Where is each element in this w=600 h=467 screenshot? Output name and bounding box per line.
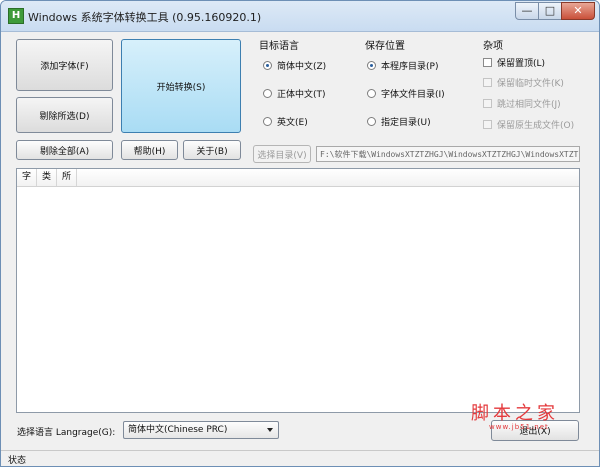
checkbox-stay-on-top[interactable]: 保留置顶(L) xyxy=(483,56,545,69)
add-font-button[interactable]: 添加字体(F) xyxy=(16,39,113,91)
radio-label: 正体中文(T) xyxy=(277,90,326,100)
checkbox-keep-original-output: 保留原生成文件(O) xyxy=(483,118,574,131)
language-select-value: 简体中文(Chinese PRC) xyxy=(128,425,228,435)
language-select[interactable]: 简体中文(Chinese PRC) xyxy=(123,421,279,439)
watermark: 脚本之家 www.jb51.net xyxy=(471,399,571,433)
status-bar: 状态 xyxy=(1,450,599,466)
output-path-field[interactable]: F:\软件下载\WindowsXTZTZHGJ\WindowsXTZTZHGJ\… xyxy=(316,146,580,162)
radio-program-dir[interactable]: 本程序目录(P) xyxy=(367,59,438,72)
radio-indicator[interactable] xyxy=(367,89,376,98)
misc-title: 杂项 xyxy=(483,41,503,52)
radio-indicator[interactable] xyxy=(263,117,272,126)
start-convert-button[interactable]: 开始转换(S) xyxy=(121,39,241,133)
radio-simplified-chinese[interactable]: 简体中文(Z) xyxy=(263,59,326,72)
about-button[interactable]: 关于(B) xyxy=(183,140,241,160)
radio-font-file-dir[interactable]: 字体文件目录(I) xyxy=(367,87,445,100)
radio-custom-dir[interactable]: 指定目录(U) xyxy=(367,115,431,128)
language-select-label: 选择语言 Langrage(G): xyxy=(17,428,116,438)
checkbox-indicator[interactable] xyxy=(483,58,492,67)
window-title: Windows 系统字体转换工具 (0.95.160920.1) xyxy=(28,11,262,24)
checkbox-label: 跳过相同文件(J) xyxy=(497,100,561,110)
app-icon: H xyxy=(8,8,24,24)
checkbox-label: 保留原生成文件(O) xyxy=(497,121,575,131)
list-header: 字 类 所 xyxy=(17,169,579,187)
radio-label: 英文(E) xyxy=(277,118,308,128)
status-text: 状态 xyxy=(8,456,27,466)
remove-all-button[interactable]: 剔除全部(A) xyxy=(16,140,113,160)
radio-indicator[interactable] xyxy=(367,61,376,70)
choose-dir-button[interactable]: 选择目录(V) xyxy=(253,145,311,163)
target-language-title: 目标语言 xyxy=(259,41,299,52)
chevron-down-icon xyxy=(267,428,273,432)
checkbox-keep-temp-files: 保留临时文件(K) xyxy=(483,76,564,89)
app-window: H Windows 系统字体转换工具 (0.95.160920.1) — □ ✕… xyxy=(0,0,600,467)
save-location-title: 保存位置 xyxy=(365,41,405,52)
help-button[interactable]: 帮助(H) xyxy=(121,140,178,160)
column-header[interactable]: 所 xyxy=(57,169,77,186)
title-bar[interactable]: H Windows 系统字体转换工具 (0.95.160920.1) — □ ✕ xyxy=(1,1,599,32)
radio-indicator[interactable] xyxy=(367,117,376,126)
minimize-button[interactable]: — xyxy=(515,2,539,20)
checkbox-indicator xyxy=(483,120,492,129)
checkbox-label: 保留置顶(L) xyxy=(497,59,546,69)
radio-indicator[interactable] xyxy=(263,89,272,98)
checkbox-indicator xyxy=(483,78,492,87)
checkbox-label: 保留临时文件(K) xyxy=(497,79,564,89)
font-file-list[interactable]: 字 类 所 xyxy=(16,168,580,413)
column-header[interactable]: 字 xyxy=(17,169,37,186)
radio-english[interactable]: 英文(E) xyxy=(263,115,308,128)
radio-label: 本程序目录(P) xyxy=(381,62,439,72)
radio-label: 指定目录(U) xyxy=(381,118,431,128)
radio-indicator[interactable] xyxy=(263,61,272,70)
watermark-url: www.jb51.net xyxy=(489,423,549,431)
radio-label: 简体中文(Z) xyxy=(277,62,327,72)
column-header[interactable]: 类 xyxy=(37,169,57,186)
checkbox-skip-same-files: 跳过相同文件(J) xyxy=(483,97,561,110)
radio-traditional-chinese[interactable]: 正体中文(T) xyxy=(263,87,326,100)
remove-selected-button[interactable]: 剔除所选(D) xyxy=(16,97,113,133)
checkbox-indicator xyxy=(483,99,492,108)
watermark-text: 脚本之家 xyxy=(471,403,559,424)
close-button[interactable]: ✕ xyxy=(561,2,595,20)
radio-label: 字体文件目录(I) xyxy=(381,90,445,100)
maximize-button[interactable]: □ xyxy=(538,2,562,20)
